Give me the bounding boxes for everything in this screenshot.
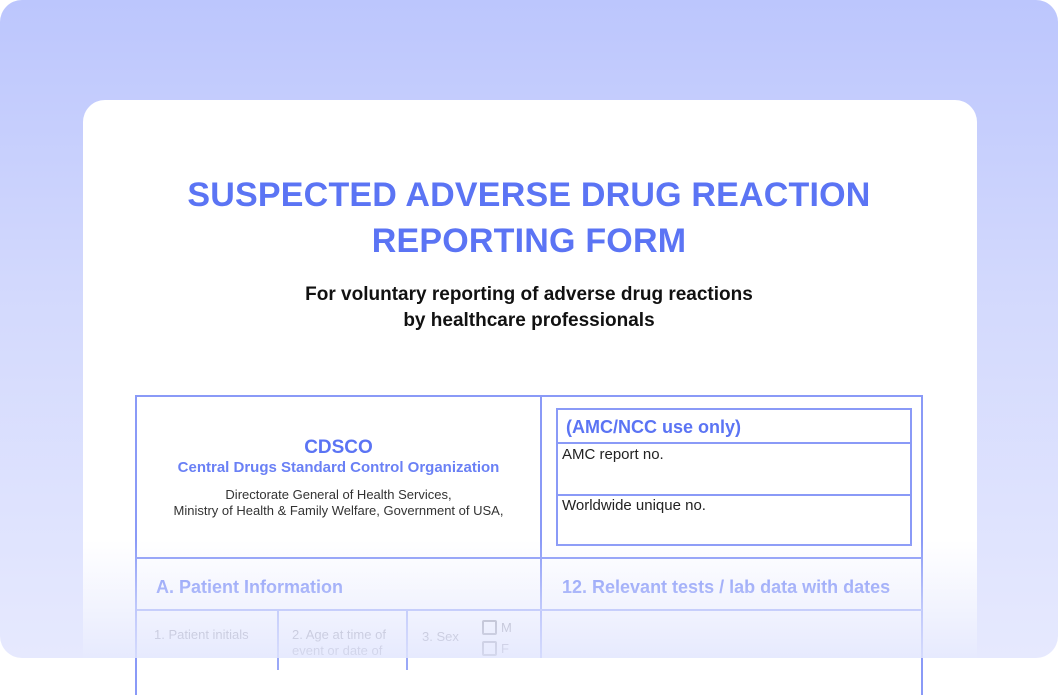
org-ministry: Ministry of Health & Family Welfare, Gov…: [173, 503, 504, 518]
org-full-name: Central Drugs Standard Control Organizat…: [177, 459, 500, 476]
sex-male-label: M: [501, 620, 512, 635]
form-title: SUSPECTED ADVERSE DRUG REACTION REPORTIN…: [0, 172, 1058, 264]
sex-male-checkbox[interactable]: [482, 620, 497, 635]
form-subtitle-line1: For voluntary reporting of adverse drug …: [305, 284, 753, 305]
patient-fields-divider: [137, 609, 922, 611]
amc-box: (AMC/NCC use only) AMC report no. Worldw…: [556, 408, 912, 546]
sex-female-checkbox[interactable]: [482, 641, 497, 656]
form-column-divider: [540, 395, 542, 658]
age-label-line2: event or date of: [292, 643, 383, 658]
age-label-line1: 2. Age at time of: [292, 627, 386, 642]
org-name: CDSCO: [304, 437, 373, 458]
form-title-line1: SUSPECTED ADVERSE DRUG REACTION: [187, 176, 871, 214]
amc-report-no-label: AMC report no.: [562, 446, 664, 463]
field-divider-2: [406, 610, 408, 670]
form-subtitle: For voluntary reporting of adverse drug …: [0, 282, 1058, 334]
org-department: Directorate General of Health Services,: [225, 487, 452, 502]
amc-row-divider: [558, 494, 910, 496]
sex-label: 3. Sex: [422, 629, 459, 644]
section-patient-information: A. Patient Information: [156, 577, 344, 597]
section-lab-data: 12. Relevant tests / lab data with dates: [562, 577, 891, 597]
form-subtitle-line2: by healthcare professionals: [403, 310, 655, 331]
sex-female-label: F: [501, 641, 509, 656]
field-divider-1: [277, 610, 279, 670]
amc-header: (AMC/NCC use only): [558, 410, 910, 444]
patient-initials-label: 1. Patient initials: [154, 627, 249, 642]
worldwide-unique-no-label: Worldwide unique no.: [562, 497, 706, 514]
form-title-line2: REPORTING FORM: [371, 222, 687, 260]
form-row-divider: [135, 557, 923, 559]
